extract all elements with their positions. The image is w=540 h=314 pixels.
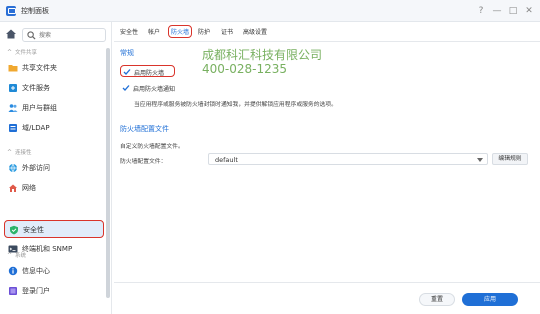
file-service-icon [9, 84, 17, 92]
notify-description: 当应用程序或服务被防火墙封锁时通知我，并提供解锁应用程序或服务的选项。 [134, 102, 337, 108]
sidebar-item-external-access[interactable]: 外部访问 [4, 159, 104, 177]
users-icon [8, 104, 18, 112]
general-section-title: 常规 [120, 49, 134, 57]
network-icon [9, 184, 17, 192]
chevron-down-icon [477, 158, 483, 162]
sidebar: ^文件共享 共享文件夹 文件服务 用户与群组 域/LDAP ^连接性 外部访问 … [0, 22, 112, 314]
sidebar-scrollbar[interactable] [106, 48, 110, 298]
enable-firewall-checkbox[interactable]: 启用防火墙 [120, 65, 175, 77]
chevron-up-icon: ^ [7, 49, 13, 56]
tab-protection[interactable]: 防护 [198, 27, 210, 36]
tab-firewall[interactable]: 防火墙 [168, 25, 193, 38]
title-bar: 控制面板 ? — □ ✕ [0, 0, 540, 22]
group-header-system[interactable]: ^ 系统 [7, 251, 26, 259]
sidebar-item-login-portal[interactable]: 登录门户 [4, 282, 104, 300]
info-icon [8, 266, 18, 276]
window-title: 控制面板 [21, 7, 49, 15]
watermark-company: 成都科汇科技有限公司 [202, 48, 323, 62]
firewall-panel: 常规 启用防火墙 启用防火墙通知 当应用程序或服务被防火墙封锁时通知我，并提供解… [114, 42, 534, 282]
sidebar-item-label: 网络 [22, 184, 36, 192]
sidebar-item-domain-ldap[interactable]: 域/LDAP [4, 119, 104, 137]
firewall-profile-select[interactable]: default [208, 153, 488, 165]
sidebar-item-label: 文件服务 [22, 84, 50, 92]
firewall-profile-value: default [215, 155, 238, 164]
sidebar-item-shared-folder[interactable]: 共享文件夹 [4, 59, 104, 77]
home-icon [6, 29, 16, 39]
enable-firewall-label: 启用防火墙 [134, 70, 165, 77]
sidebar-item-security[interactable]: 安全性 [4, 220, 104, 238]
profile-description: 自定义防火墙配置文件。 [120, 144, 184, 150]
enable-notify-checkbox[interactable]: 启用防火墙通知 [120, 82, 210, 94]
profile-section-title: 防火墙配置文件 [120, 125, 169, 133]
enable-notify-label: 启用防火墙通知 [133, 86, 176, 93]
search-icon [27, 31, 36, 40]
minimize-button[interactable]: — [492, 5, 502, 17]
tab-certificate[interactable]: 证书 [221, 27, 233, 36]
reset-button[interactable]: 重置 [419, 293, 455, 306]
shield-icon [10, 225, 18, 235]
globe-icon [9, 163, 17, 173]
search-box[interactable] [22, 28, 106, 42]
sidebar-item-info-center[interactable]: 信息中心 [4, 262, 104, 280]
sidebar-item-label: 共享文件夹 [22, 64, 57, 72]
sidebar-item-network[interactable]: 网络 [4, 179, 104, 197]
profile-field-label: 防火墙配置文件： [120, 159, 167, 165]
portal-icon [9, 287, 17, 295]
sidebar-item-users-groups[interactable]: 用户与群组 [4, 99, 104, 117]
chevron-up-icon: ^ [7, 149, 13, 156]
domain-icon [9, 124, 17, 132]
tab-security[interactable]: 安全性 [120, 27, 138, 36]
control-panel-icon [6, 6, 16, 16]
chevron-up-icon: ^ [7, 252, 13, 259]
footer-bar: 重置 应用 [114, 282, 540, 314]
close-button[interactable]: ✕ [524, 5, 534, 17]
home-button[interactable] [5, 28, 19, 42]
tab-bar: 安全性 帐户 防火墙 防护 证书 高级设置 [114, 22, 540, 42]
folder-icon [8, 65, 18, 72]
sidebar-item-file-services[interactable]: 文件服务 [4, 79, 104, 97]
edit-rules-button[interactable]: 编辑规则 [492, 153, 528, 165]
group-header-file-sharing[interactable]: ^ 文件共享 [7, 48, 37, 56]
help-button[interactable]: ? [476, 5, 486, 17]
tab-account[interactable]: 帐户 [148, 27, 160, 36]
group-header-connectivity[interactable]: ^ 连接性 [7, 148, 32, 156]
sidebar-item-label: 外部访问 [22, 164, 50, 172]
sidebar-item-label: 安全性 [23, 226, 44, 234]
apply-button[interactable]: 应用 [462, 293, 518, 306]
watermark: 成都科汇科技有限公司 400-028-1235 [202, 48, 322, 76]
sidebar-item-label: 信息中心 [22, 267, 50, 275]
sidebar-item-label: 用户与群组 [22, 104, 57, 112]
sidebar-item-label: 域/LDAP [22, 124, 50, 132]
tab-advanced[interactable]: 高级设置 [243, 27, 267, 36]
sidebar-item-label: 终端机和 SNMP [22, 245, 73, 253]
watermark-phone: 400-028-1235 [202, 62, 288, 76]
search-input[interactable] [39, 30, 103, 41]
maximize-button[interactable]: □ [508, 5, 518, 17]
checkmark-icon [122, 85, 130, 91]
sidebar-item-label: 登录门户 [22, 287, 50, 295]
checkmark-icon [123, 69, 131, 75]
